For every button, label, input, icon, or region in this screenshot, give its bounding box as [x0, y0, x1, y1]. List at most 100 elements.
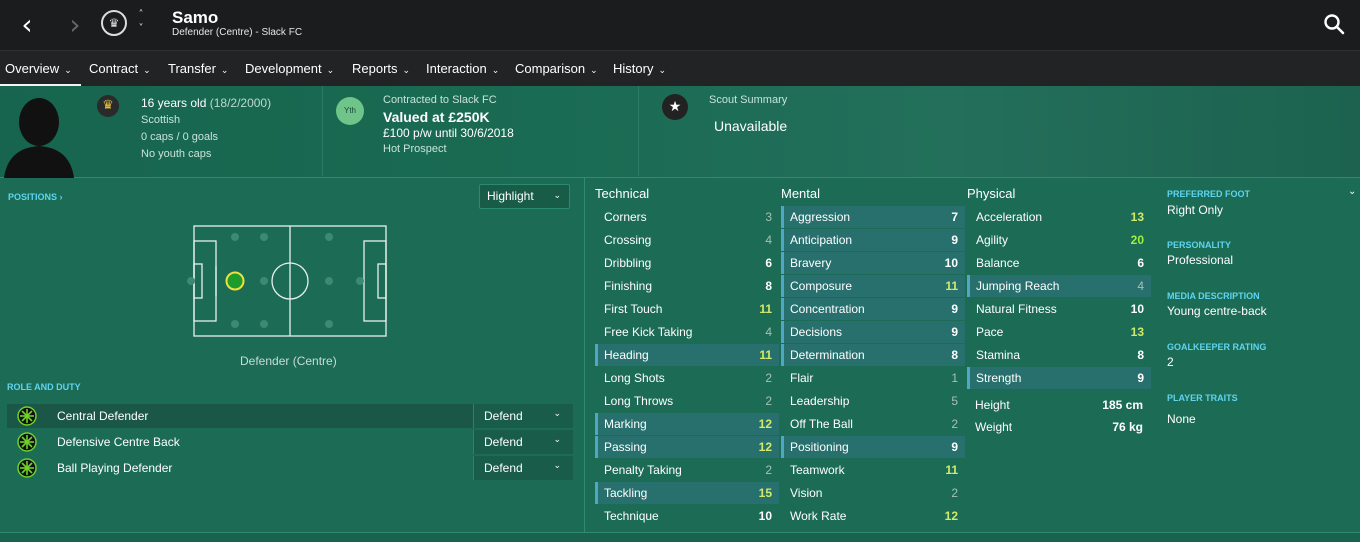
bottom-bar [0, 532, 1360, 542]
back-icon[interactable]: ‹ [14, 11, 40, 39]
chevron-down-icon: ⌄ [220, 66, 229, 76]
role-name: Central Defender [57, 409, 149, 423]
search-icon[interactable] [1323, 13, 1345, 35]
attribute-row[interactable]: Leadership 5 [781, 390, 965, 412]
attribute-row[interactable]: Concentration 9 [781, 298, 965, 320]
attribute-row[interactable]: Natural Fitness 10 [967, 298, 1151, 320]
attribute-row[interactable]: Technique 10 [595, 505, 779, 527]
attribute-row[interactable]: Marking 12 [595, 413, 779, 435]
panel-divider [584, 178, 585, 532]
attribute-row[interactable]: Bravery 10 [781, 252, 965, 274]
attribute-name: Work Rate [790, 509, 847, 523]
attribute-row[interactable]: Positioning 9 [781, 436, 965, 458]
attribute-value: 2 [765, 371, 772, 385]
attribute-row[interactable]: Penalty Taking 2 [595, 459, 779, 481]
attribute-name: Balance [976, 256, 1020, 270]
attribute-name: Agility [976, 233, 1009, 247]
attribute-name: Marking [604, 417, 647, 431]
attribute-row[interactable]: Teamwork 11 [781, 459, 965, 481]
attribute-row[interactable]: Acceleration 13 [967, 206, 1151, 228]
attribute-row[interactable]: Crossing 4 [595, 229, 779, 251]
attribute-row[interactable]: Long Shots 2 [595, 367, 779, 389]
attribute-name: Stamina [976, 348, 1021, 362]
menu-overview[interactable]: Overview ⌄ [5, 51, 72, 87]
attribute-value: 11 [759, 348, 772, 362]
avatar [4, 98, 74, 178]
chevron-down-icon[interactable]: ⌄ [1348, 186, 1356, 197]
duty-dropdown[interactable]: Defend ⌄ [473, 430, 573, 454]
attribute-row[interactable]: Decisions 9 [781, 321, 965, 343]
attribute-row[interactable]: Strength 9 [967, 367, 1151, 389]
club-crest-icon[interactable]: ♛ [101, 10, 127, 36]
attribute-row[interactable]: Finishing 8 [595, 275, 779, 297]
attribute-name: Positioning [790, 440, 849, 454]
duty-dropdown[interactable]: Defend ⌄ [473, 404, 573, 428]
goalkeeper-rating-label: GOALKEEPER RATING [1167, 342, 1267, 352]
attribute-row[interactable]: Flair 1 [781, 367, 965, 389]
attribute-row[interactable]: Composure 11 [781, 275, 965, 297]
attribute-name: Long Throws [604, 394, 674, 408]
attribute-row[interactable]: Work Rate 12 [781, 505, 965, 527]
role-name: Ball Playing Defender [57, 461, 173, 475]
attribute-row[interactable]: Passing 12 [595, 436, 779, 458]
menu-reports[interactable]: Reports ⌄ [352, 51, 410, 87]
role-wheel-icon [17, 458, 37, 478]
attribute-row[interactable]: Pace 13 [967, 321, 1151, 343]
forward-icon[interactable]: › [62, 11, 88, 39]
attribute-value: 2 [951, 417, 958, 431]
highlight-dropdown[interactable]: Highlight ⌄ [479, 184, 570, 209]
attribute-row[interactable]: Anticipation 9 [781, 229, 965, 251]
attribute-row[interactable]: Aggression 7 [781, 206, 965, 228]
attribute-row[interactable]: Off The Ball 2 [781, 413, 965, 435]
up-down-arrows-icon[interactable]: ˄ ˅ [134, 8, 148, 36]
menu-development[interactable]: Development ⌄ [245, 51, 334, 87]
attribute-name: Finishing [604, 279, 653, 293]
attribute-name: Leadership [790, 394, 850, 408]
attribute-value: 2 [765, 463, 772, 477]
attribute-name: First Touch [604, 302, 663, 316]
chevron-down-icon: ⌄ [402, 66, 411, 76]
attribute-row[interactable]: Balance 6 [967, 252, 1151, 274]
duty-dropdown[interactable]: Defend ⌄ [473, 456, 573, 480]
positions-link[interactable]: POSITIONS › [8, 192, 63, 202]
attribute-value: 4 [765, 325, 772, 339]
menu-contract[interactable]: Contract ⌄ [89, 51, 151, 87]
attribute-row[interactable]: Determination 8 [781, 344, 965, 366]
menu-comparison[interactable]: Comparison ⌄ [515, 51, 598, 87]
attribute-row[interactable]: Tackling 15 [595, 482, 779, 504]
main-content: POSITIONS › Highlight ⌄ Defender (Centre… [0, 178, 1360, 542]
role-name: Defensive Centre Back [57, 435, 180, 449]
personality-value: Professional [1167, 253, 1234, 267]
menu-interaction[interactable]: Interaction ⌄ [426, 51, 499, 87]
attribute-name: Concentration [790, 302, 865, 316]
attribute-value: 7 [951, 210, 958, 224]
menu-history[interactable]: History ⌄ [613, 51, 666, 87]
role-row[interactable]: Central Defender Defend ⌄ [7, 404, 573, 428]
attribute-row[interactable]: Heading 11 [595, 344, 779, 366]
attribute-row[interactable]: Dribbling 6 [595, 252, 779, 274]
attribute-row[interactable]: Long Throws 2 [595, 390, 779, 412]
menu-transfer[interactable]: Transfer ⌄ [168, 51, 228, 87]
attribute-value: 9 [951, 233, 958, 247]
attribute-row[interactable]: Jumping Reach 4 [967, 275, 1151, 297]
attribute-name: Vision [790, 486, 823, 500]
attribute-row[interactable]: Stamina 8 [967, 344, 1151, 366]
attribute-row[interactable]: Vision 2 [781, 482, 965, 504]
attribute-value: 15 [758, 486, 772, 500]
chevron-down-icon: ⌄ [143, 66, 151, 76]
attribute-row[interactable]: Free Kick Taking 4 [595, 321, 779, 343]
role-row[interactable]: Defensive Centre Back Defend ⌄ [7, 430, 573, 454]
attribute-row[interactable]: Corners 3 [595, 206, 779, 228]
physical-heading: Physical [967, 186, 1016, 201]
attribute-value: 12 [944, 509, 958, 523]
profile-panel: PREFERRED FOOT ⌄ Right Only PERSONALITY … [1160, 178, 1360, 532]
attribute-value: 11 [945, 463, 958, 477]
role-wheel-icon [17, 432, 37, 452]
attribute-value: 13 [1130, 325, 1144, 339]
attribute-value: 8 [1137, 348, 1144, 362]
attribute-row[interactable]: Agility 20 [967, 229, 1151, 251]
star-icon: ★ [662, 94, 688, 120]
attribute-name: Aggression [790, 210, 851, 224]
role-row[interactable]: Ball Playing Defender Defend ⌄ [7, 456, 573, 480]
attribute-row[interactable]: First Touch 11 [595, 298, 779, 320]
